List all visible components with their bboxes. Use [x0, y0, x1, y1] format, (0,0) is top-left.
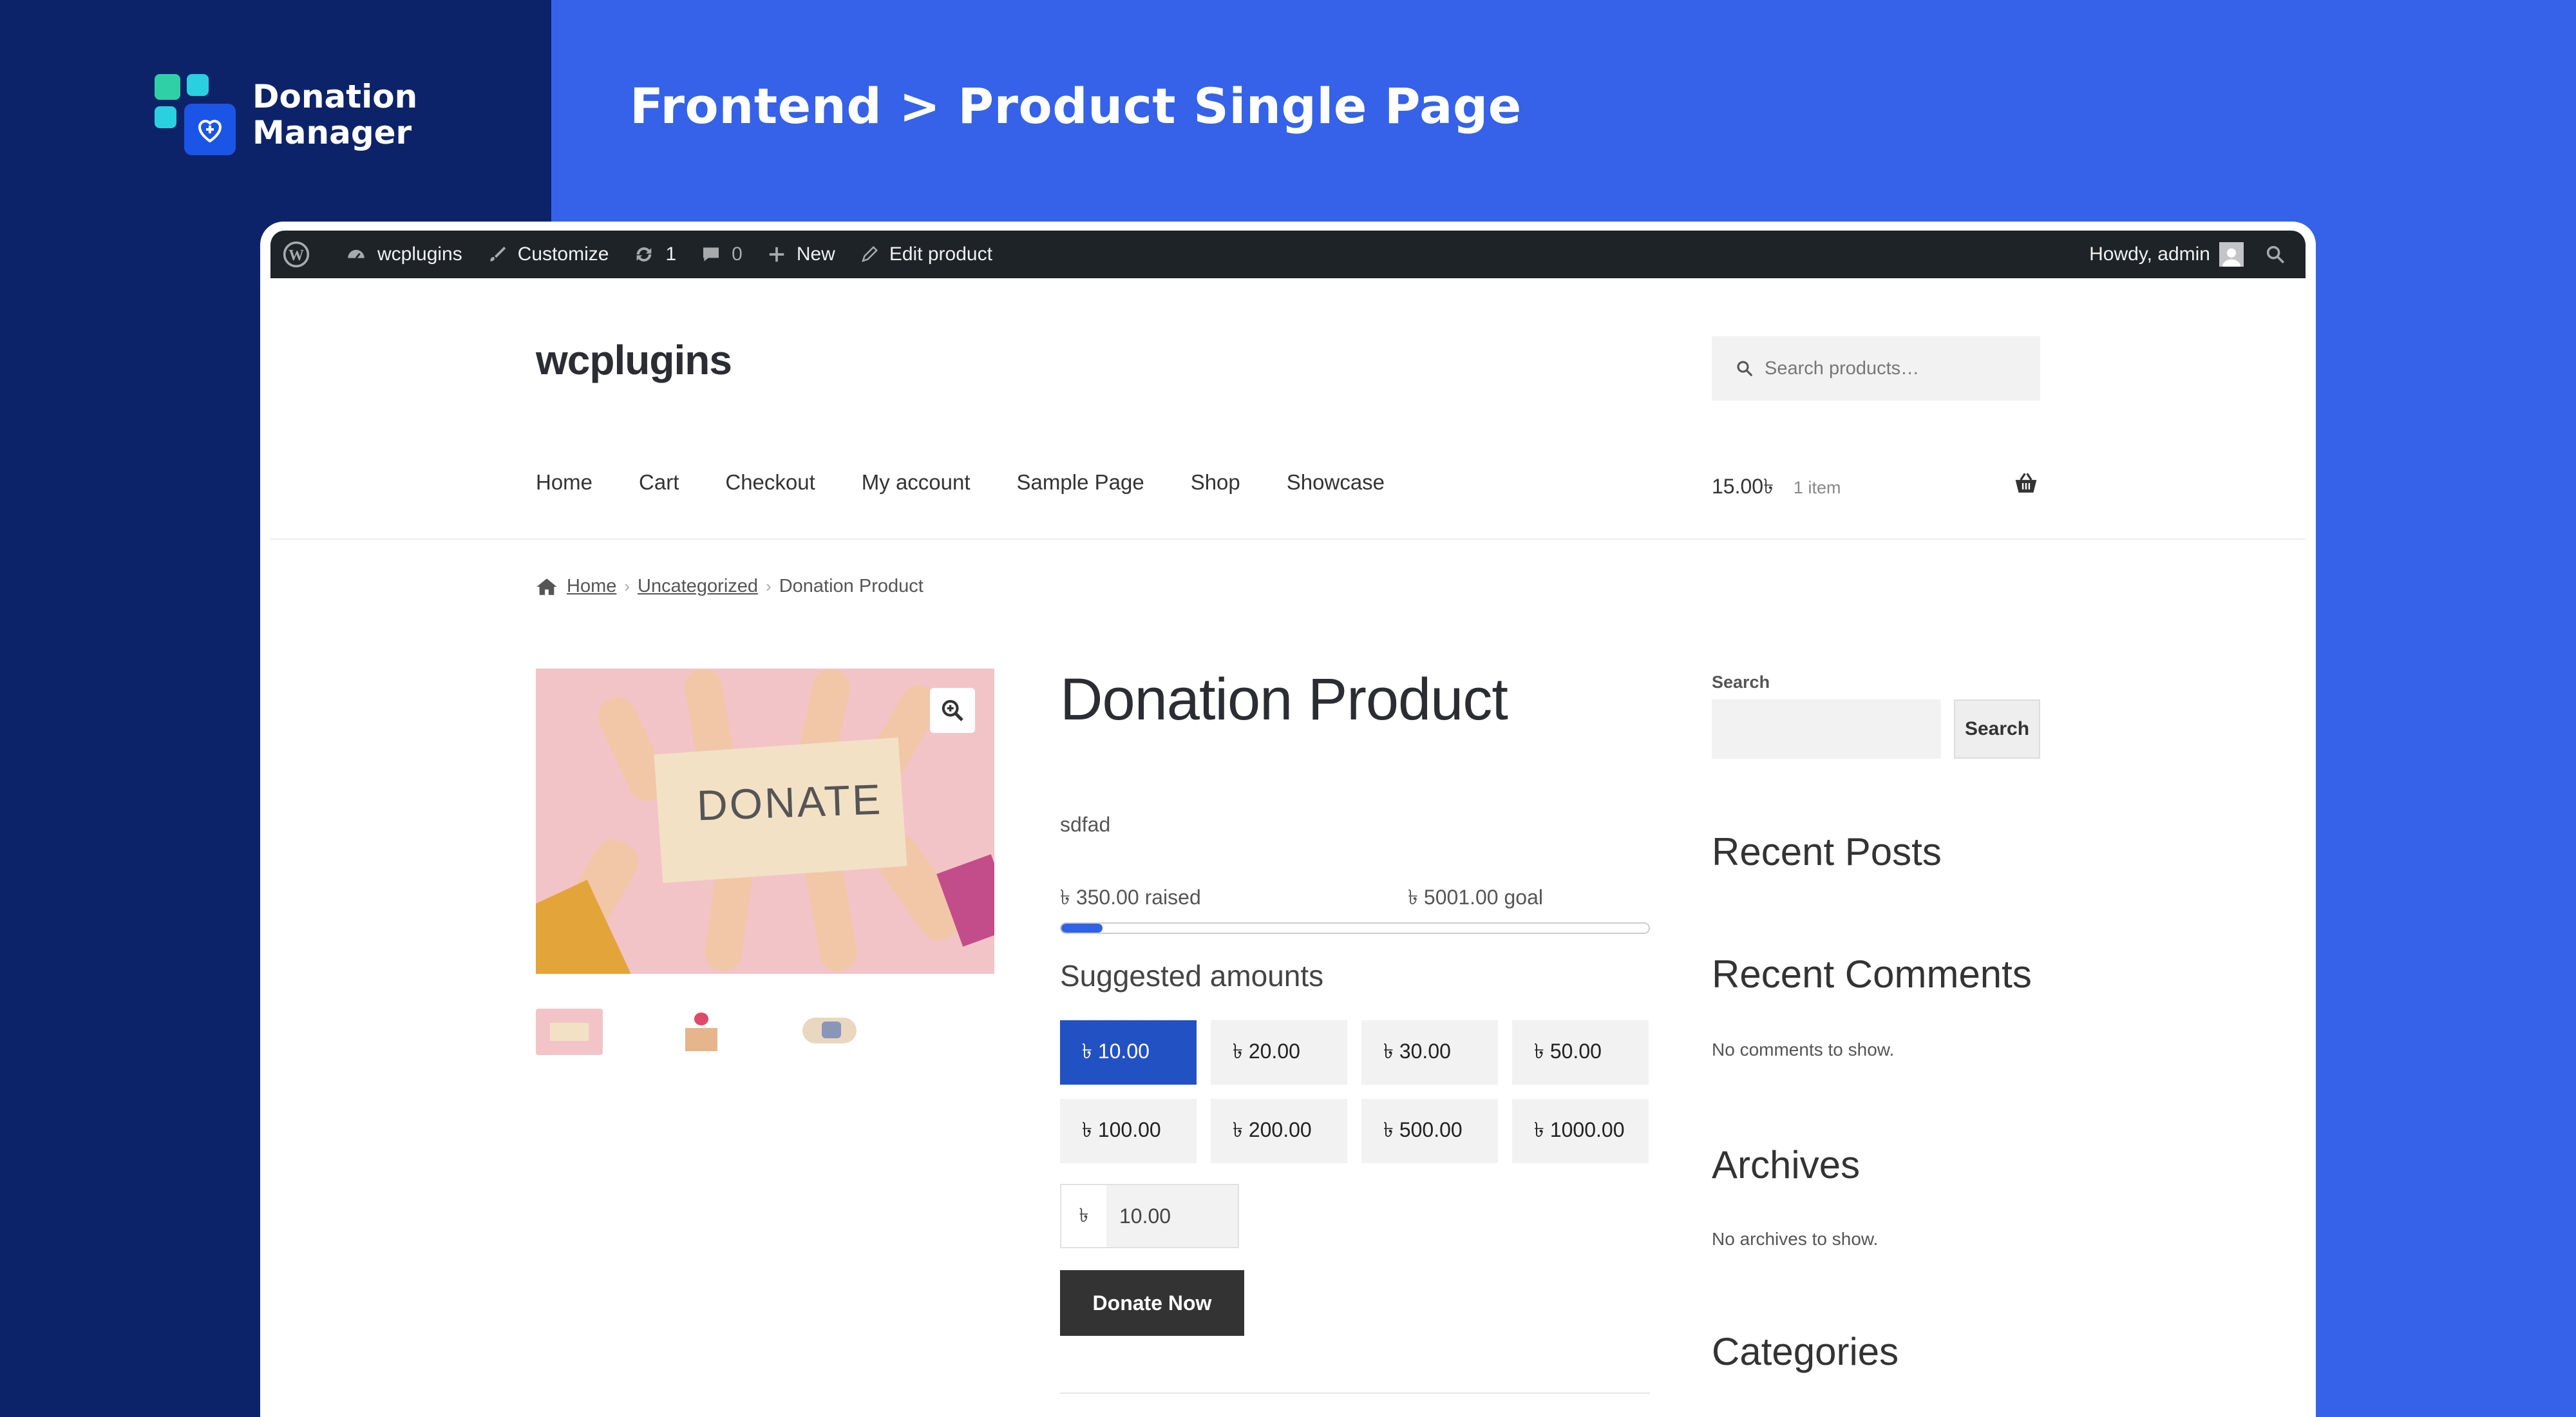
- adminbar-new[interactable]: New: [767, 243, 835, 265]
- page-headline: Frontend > Product Single Page: [630, 77, 1522, 135]
- header-divider: [270, 538, 2306, 540]
- product-image-caption: DONATE: [696, 775, 884, 830]
- plus-icon: [769, 247, 784, 262]
- site-title[interactable]: wcplugins: [536, 336, 732, 384]
- sidebar-search-button[interactable]: Search: [1954, 699, 2040, 759]
- widget-recent-comments-title: Recent Comments: [1712, 953, 2032, 996]
- widget-no-comments-text: No comments to show.: [1712, 1040, 1895, 1060]
- suggested-amounts-grid: ৳ 10.00 ৳ 20.00 ৳ 30.00 ৳ 50.00 ৳ 100.00…: [1060, 1020, 1651, 1163]
- sidebar-search-input[interactable]: [1712, 699, 1941, 759]
- goal-amount: ৳ 5001.00 goal: [1408, 886, 1543, 909]
- adminbar-site[interactable]: wcplugins: [345, 243, 462, 265]
- adminbar-customize-label: Customize: [517, 243, 609, 265]
- adminbar-customize[interactable]: Customize: [487, 243, 609, 265]
- amount-option[interactable]: ৳ 500.00: [1361, 1099, 1498, 1163]
- search-icon[interactable]: [2264, 243, 2286, 265]
- breadcrumb-current: Donation Product: [779, 576, 923, 596]
- pencil-icon: [861, 245, 878, 262]
- progress-fill: [1061, 924, 1103, 933]
- nav-shop[interactable]: Shop: [1191, 470, 1240, 495]
- amount-option[interactable]: ৳ 10.00: [1060, 1020, 1197, 1085]
- currency-symbol: ৳: [1061, 1185, 1106, 1247]
- primary-nav: Home Cart Checkout My account Sample Pag…: [536, 470, 1431, 495]
- amount-option[interactable]: ৳ 20.00: [1211, 1020, 1347, 1085]
- browser-frame: W wcplugins Customize 1 0 New Edit produ…: [260, 222, 2316, 1417]
- adminbar-updates[interactable]: 1: [633, 243, 676, 265]
- donation-progress-bar: [1060, 922, 1650, 934]
- cart-total: 15.00৳: [1712, 475, 1774, 498]
- adminbar-comments[interactable]: 0: [701, 243, 743, 265]
- nav-showcase[interactable]: Showcase: [1287, 470, 1385, 495]
- amount-option[interactable]: ৳ 50.00: [1512, 1020, 1649, 1085]
- search-icon: [1737, 361, 1753, 377]
- brand-name-line1: Donation: [252, 78, 418, 115]
- adminbar-comments-count: 0: [732, 243, 743, 265]
- home-icon: [536, 578, 557, 595]
- product-main-image[interactable]: DONATE: [536, 669, 994, 974]
- dashboard-icon: [348, 249, 365, 259]
- thumbnail-2[interactable]: [666, 1009, 733, 1055]
- amount-option[interactable]: ৳ 30.00: [1361, 1020, 1498, 1085]
- adminbar-edit-label: Edit product: [889, 243, 992, 265]
- adminbar-howdy[interactable]: Howdy, admin: [2089, 243, 2210, 265]
- update-icon: [637, 247, 652, 262]
- product-thumbnails: [536, 1009, 926, 1055]
- basket-icon[interactable]: [2013, 471, 2039, 495]
- amount-option[interactable]: ৳ 200.00: [1211, 1099, 1347, 1163]
- brand-name: Donation Manager: [252, 79, 417, 151]
- avatar[interactable]: [2219, 242, 2244, 267]
- cart-count: 1 item: [1793, 478, 1841, 497]
- thumbnail-1[interactable]: [536, 1009, 603, 1055]
- adminbar-site-label: wcplugins: [377, 243, 462, 265]
- nav-my-account[interactable]: My account: [862, 470, 971, 495]
- donate-now-button[interactable]: Donate Now: [1060, 1270, 1244, 1336]
- product-description: sdfad: [1060, 813, 1111, 836]
- header-cart[interactable]: 15.00৳ 1 item: [1712, 470, 1841, 505]
- brand-name-line2: Manager: [252, 114, 412, 151]
- adminbar-edit-product[interactable]: Edit product: [860, 243, 992, 265]
- sidebar-search-label: Search: [1712, 672, 1770, 692]
- breadcrumb-category[interactable]: Uncategorized: [638, 576, 758, 597]
- product-divider: [1060, 1393, 1650, 1394]
- widget-recent-posts-title: Recent Posts: [1712, 830, 1942, 873]
- product-title: Donation Product: [1060, 667, 1508, 732]
- donation-manager-logo-icon: [155, 74, 236, 155]
- amount-option[interactable]: ৳ 100.00: [1060, 1099, 1197, 1163]
- nav-home[interactable]: Home: [536, 470, 592, 495]
- suggested-amounts-title: Suggested amounts: [1060, 959, 1324, 993]
- wordpress-logo-icon[interactable]: W: [282, 240, 321, 269]
- custom-amount-input[interactable]: 10.00: [1106, 1185, 1238, 1247]
- chevron-right-icon: ›: [766, 576, 772, 596]
- nav-cart[interactable]: Cart: [639, 470, 679, 495]
- brush-icon: [490, 247, 506, 262]
- amount-option[interactable]: ৳ 1000.00: [1512, 1099, 1649, 1163]
- breadcrumb-home[interactable]: Home: [567, 576, 616, 597]
- product-search-input[interactable]: Search products…: [1712, 336, 2040, 401]
- nav-sample-page[interactable]: Sample Page: [1017, 470, 1144, 495]
- widget-archives-title: Archives: [1712, 1143, 1861, 1186]
- svg-text:W: W: [289, 247, 304, 264]
- nav-checkout[interactable]: Checkout: [725, 470, 815, 495]
- adminbar-new-label: New: [796, 243, 835, 265]
- chevron-right-icon: ›: [624, 576, 630, 596]
- search-placeholder: Search products…: [1765, 357, 1920, 379]
- widget-no-archives-text: No archives to show.: [1712, 1229, 1879, 1249]
- comment-icon: [703, 247, 719, 262]
- widget-categories-title: Categories: [1712, 1330, 1899, 1373]
- raised-amount: ৳ 350.00 raised: [1060, 886, 1201, 909]
- breadcrumb: Home › Uncategorized › Donation Product: [536, 576, 923, 597]
- custom-amount-field[interactable]: ৳ 10.00: [1060, 1184, 1239, 1248]
- zoom-icon[interactable]: [930, 688, 975, 733]
- brand: Donation Manager: [155, 74, 417, 155]
- wp-admin-bar: W wcplugins Customize 1 0 New Edit produ…: [270, 231, 2306, 278]
- adminbar-updates-count: 1: [665, 243, 677, 265]
- thumbnail-3[interactable]: [796, 1009, 863, 1055]
